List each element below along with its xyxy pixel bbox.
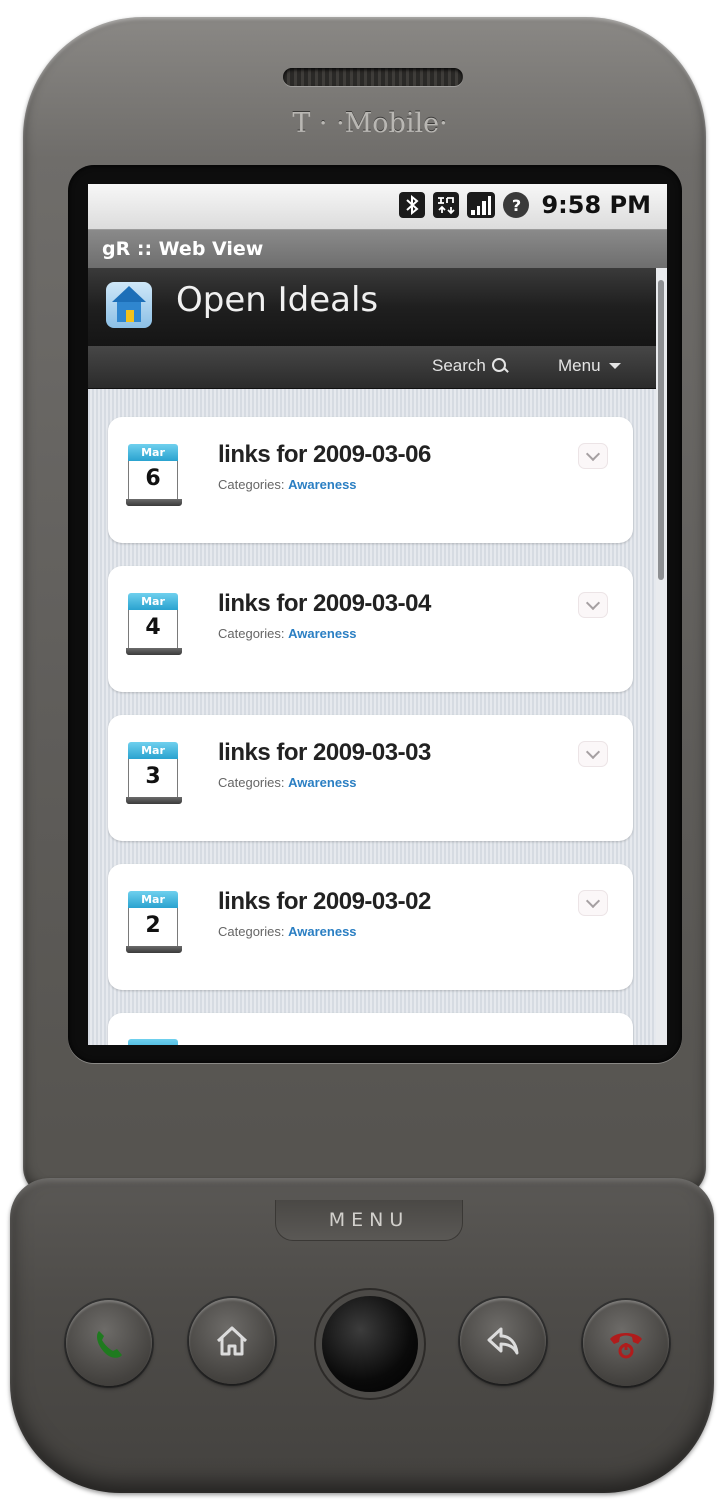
post-card[interactable]: Mar 4 links for 2009-03-04 Categories: A…	[108, 566, 633, 692]
chevron-down-icon	[608, 363, 621, 369]
categories-label: Categories:	[218, 477, 285, 492]
help-icon: ?	[503, 192, 530, 218]
menu-label: Menu	[558, 356, 601, 375]
earpiece-speaker	[283, 68, 463, 86]
menu-key[interactable]: MENU	[275, 1200, 463, 1241]
carrier-logo: T · ·Mobile·	[292, 108, 448, 139]
post-card[interactable]: Mar 3 links for 2009-03-03 Categories: A…	[108, 715, 633, 841]
expand-toggle[interactable]	[578, 890, 608, 916]
categories-label: Categories:	[218, 775, 285, 790]
menu-dropdown[interactable]: Menu	[558, 356, 621, 376]
post-card[interactable]: Mar 6 links for 2009-03-06 Categories: A…	[108, 417, 633, 543]
bluetooth-icon	[399, 192, 426, 218]
status-time: 9:58 PM	[541, 191, 651, 219]
post-card[interactable]: Mar 2 links for 2009-03-02 Categories: A…	[108, 864, 633, 990]
expand-toggle[interactable]	[578, 443, 608, 469]
phone-screen: ? 9:58 PM gR :: Web View Open Ideals Sea…	[88, 184, 667, 1045]
categories-label: Categories:	[218, 924, 285, 939]
categories-label: Categories:	[218, 626, 285, 641]
back-arrow-icon	[487, 1327, 519, 1355]
category-link[interactable]: Awareness	[288, 775, 356, 790]
post-categories: Categories: Awareness	[218, 626, 357, 641]
post-categories: Categories: Awareness	[218, 924, 357, 939]
signal-icon	[467, 192, 496, 218]
back-key[interactable]	[460, 1298, 546, 1384]
calendar-icon	[128, 1039, 178, 1045]
scrollbar[interactable]	[656, 268, 667, 1045]
status-bar: ? 9:58 PM	[88, 184, 667, 230]
post-card-partial[interactable]	[108, 1013, 633, 1045]
phone-answer-icon	[97, 1331, 122, 1358]
category-link[interactable]: Awareness	[288, 477, 356, 492]
scrollbar-thumb[interactable]	[658, 280, 664, 580]
calendar-icon: Mar 2	[126, 891, 182, 953]
post-title[interactable]: links for 2009-03-06	[218, 441, 431, 469]
calendar-icon: Mar 6	[126, 444, 182, 506]
search-link[interactable]: Search	[432, 356, 506, 376]
site-title[interactable]: Open Ideals	[176, 280, 378, 320]
window-title-bar: gR :: Web View	[88, 230, 667, 268]
end-call-key[interactable]	[583, 1300, 669, 1386]
phone-end-icon	[610, 1333, 642, 1359]
post-categories: Categories: Awareness	[218, 775, 357, 790]
category-link[interactable]: Awareness	[288, 924, 356, 939]
3g-icon	[433, 192, 460, 218]
post-title[interactable]: links for 2009-03-04	[218, 590, 431, 618]
call-key[interactable]	[66, 1300, 152, 1386]
window-title: gR :: Web View	[102, 238, 264, 260]
trackball[interactable]	[322, 1296, 418, 1392]
site-header: Open Ideals	[88, 268, 656, 346]
search-icon	[491, 358, 506, 372]
post-categories: Categories: Awareness	[218, 477, 357, 492]
calendar-icon: Mar 3	[126, 742, 182, 804]
expand-toggle[interactable]	[578, 741, 608, 767]
home-key[interactable]	[189, 1298, 275, 1384]
post-title[interactable]: links for 2009-03-03	[218, 739, 431, 767]
post-title[interactable]: links for 2009-03-02	[218, 888, 431, 916]
calendar-icon: Mar 4	[126, 593, 182, 655]
expand-toggle[interactable]	[578, 592, 608, 618]
site-nav-bar: Search Menu	[88, 346, 656, 389]
post-list[interactable]: Mar 6 links for 2009-03-06 Categories: A…	[88, 389, 656, 1045]
search-label: Search	[432, 356, 486, 375]
home-icon[interactable]	[106, 282, 152, 328]
category-link[interactable]: Awareness	[288, 626, 356, 641]
home-outline-icon	[216, 1326, 248, 1356]
